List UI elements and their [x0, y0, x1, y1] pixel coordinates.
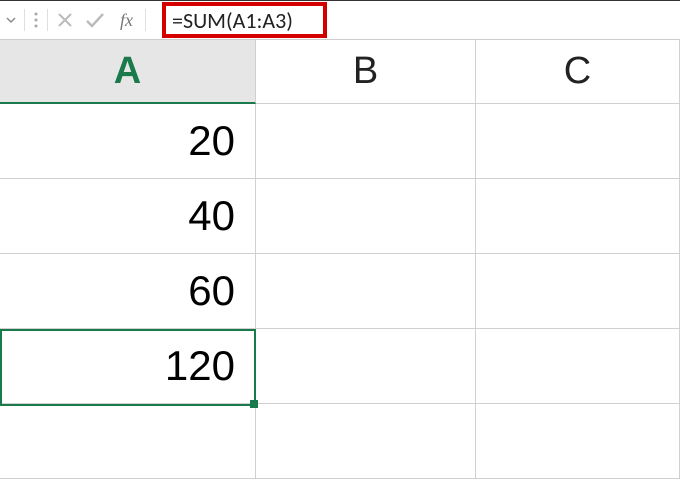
cell-c5[interactable]	[476, 404, 680, 478]
row-1: 20	[0, 104, 680, 179]
formula-input-highlight: =SUM(A1:A3)	[162, 2, 327, 38]
cell-c2[interactable]	[476, 179, 680, 253]
cell-a2[interactable]: 40	[0, 179, 256, 253]
divider	[47, 9, 48, 31]
name-box-dropdown-icon[interactable]	[4, 14, 18, 26]
formula-bar: fx =SUM(A1:A3)	[0, 0, 680, 40]
column-headers: A B C	[0, 40, 680, 104]
divider	[24, 9, 25, 31]
cell-c4[interactable]	[476, 329, 680, 403]
divider	[145, 9, 146, 31]
cell-b4[interactable]	[256, 329, 476, 403]
column-label: C	[564, 50, 591, 93]
cell-c3[interactable]	[476, 254, 680, 328]
formula-input[interactable]: =SUM(A1:A3)	[172, 7, 293, 34]
column-header-c[interactable]: C	[476, 40, 680, 103]
cell-b2[interactable]	[256, 179, 476, 253]
cell-b3[interactable]	[256, 254, 476, 328]
cancel-icon[interactable]	[54, 9, 76, 31]
row-4: 120	[0, 329, 680, 404]
cell-value: 120	[165, 342, 235, 390]
column-header-a[interactable]: A	[0, 40, 256, 104]
fx-label: fx	[120, 10, 133, 30]
cell-b1[interactable]	[256, 104, 476, 178]
cell-c1[interactable]	[476, 104, 680, 178]
row-5	[0, 404, 680, 479]
row-3: 60	[0, 254, 680, 329]
cell-a3[interactable]: 60	[0, 254, 256, 328]
spreadsheet-grid: A B C 20 40 60	[0, 40, 680, 479]
cell-a5[interactable]	[0, 404, 256, 478]
insert-function-icon[interactable]: fx	[114, 10, 139, 31]
column-label: B	[353, 50, 378, 93]
cell-value: 20	[188, 117, 235, 165]
column-header-b[interactable]: B	[256, 40, 476, 103]
cell-a1[interactable]: 20	[0, 104, 256, 178]
cell-value: 40	[188, 192, 235, 240]
more-icon[interactable]	[31, 9, 41, 31]
cell-a4[interactable]: 120	[0, 329, 256, 403]
row-2: 40	[0, 179, 680, 254]
cell-b5[interactable]	[256, 404, 476, 478]
enter-icon[interactable]	[82, 9, 108, 31]
cell-value: 60	[188, 267, 235, 315]
column-label: A	[114, 50, 141, 93]
grid-rows: 20 40 60 120	[0, 104, 680, 479]
